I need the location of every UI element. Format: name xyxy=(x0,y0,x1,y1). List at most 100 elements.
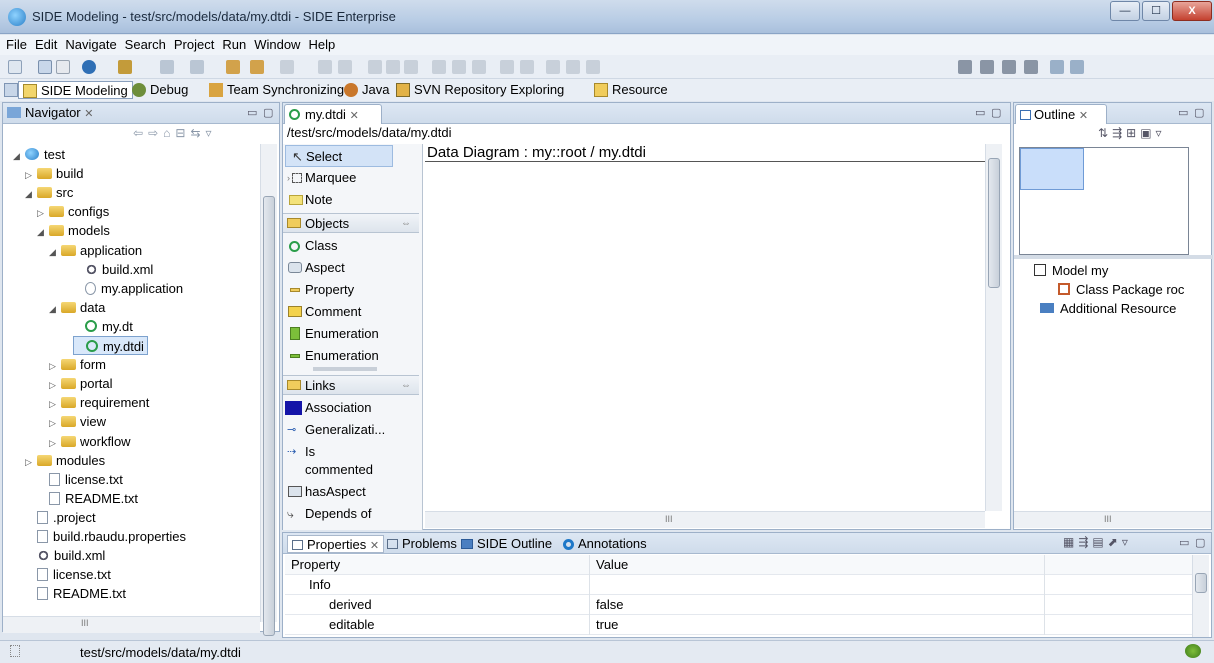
navigator-scrollbar[interactable] xyxy=(260,144,277,636)
maximize-view-icon[interactable]: ▢ xyxy=(263,106,273,119)
minimize-view-icon[interactable]: ▭ xyxy=(247,106,257,119)
tree-item[interactable]: ▷ form xyxy=(49,355,106,374)
tree-item[interactable]: README.txt xyxy=(37,489,138,508)
expanded-arrow-icon[interactable]: ◢ xyxy=(25,185,37,204)
tab-side-outline[interactable]: SIDE Outline xyxy=(457,535,556,553)
perspective-java[interactable]: Java xyxy=(340,81,393,99)
scroll-thumb[interactable] xyxy=(988,158,1000,288)
palette-aspect[interactable]: Aspect xyxy=(285,257,345,279)
tree-item[interactable]: ◢ application xyxy=(49,241,142,260)
outline-overview[interactable] xyxy=(1019,147,1189,255)
palette-class[interactable]: Class xyxy=(285,235,338,257)
maximize-properties-icon[interactable]: ▢ xyxy=(1195,536,1205,549)
expanded-arrow-icon[interactable]: ◢ xyxy=(37,223,49,242)
tree-item[interactable]: ◢ src xyxy=(25,183,73,202)
menu-window[interactable]: Window xyxy=(250,35,304,52)
palette-association[interactable]: Association xyxy=(285,397,371,419)
menu-navigate[interactable]: Navigate xyxy=(61,35,120,52)
nav-up-icon[interactable] xyxy=(1002,60,1016,74)
frame-icon[interactable] xyxy=(520,60,534,74)
palette-is-commented-line2[interactable]: commented xyxy=(285,459,373,481)
nav-top-icon[interactable] xyxy=(1024,60,1038,74)
filter-icon[interactable]: ⇶ xyxy=(1112,126,1126,140)
tree-item[interactable]: ◢ test xyxy=(13,145,65,164)
editor-tab[interactable]: my.dtdi ✕ xyxy=(284,104,382,124)
navigator-tab[interactable]: Navigator ✕ xyxy=(7,105,93,120)
property-value[interactable]: true xyxy=(590,615,1045,635)
palette-has-aspect[interactable]: hasAspect xyxy=(285,481,366,503)
back-arrow-icon[interactable]: ⇦ xyxy=(133,126,148,140)
perspective-resource[interactable]: Resource xyxy=(590,81,672,99)
tree-item[interactable]: ▷ modules xyxy=(25,451,105,470)
view-menu-icon[interactable]: ▿ xyxy=(206,126,217,140)
navigator-hscrollbar[interactable]: III xyxy=(3,616,260,633)
tree-item[interactable]: ◢ models xyxy=(37,221,110,240)
palette-property[interactable]: Property xyxy=(285,279,354,301)
palette-enumeration[interactable]: Enumeration xyxy=(285,323,379,345)
overview-icon[interactable]: ▣ xyxy=(1140,126,1155,140)
palette-note-tool[interactable]: Note xyxy=(285,189,332,211)
close-tab-icon[interactable]: ✕ xyxy=(84,108,93,120)
diagram-canvas[interactable]: Data Diagram : my::root / my.dtdi xyxy=(425,144,985,511)
palette-comment[interactable]: Comment xyxy=(285,301,361,323)
next-annotation-icon[interactable] xyxy=(190,60,204,74)
tree-item[interactable]: build.xml xyxy=(25,546,105,565)
palette-generalization[interactable]: ⊸ Generalizati... xyxy=(285,419,385,441)
filter-advanced-icon[interactable]: ⇶ xyxy=(1078,535,1092,549)
tree-item[interactable]: ▷ workflow xyxy=(49,432,131,451)
table-row[interactable]: editable true xyxy=(285,615,1209,635)
minimize-outline-icon[interactable]: ▭ xyxy=(1178,106,1188,119)
forward-arrow-icon[interactable] xyxy=(280,60,294,74)
align-icon[interactable] xyxy=(546,60,560,74)
menu-run[interactable]: Run xyxy=(218,35,250,52)
tree-icon[interactable]: ⊞ xyxy=(1126,126,1140,140)
tree-item[interactable]: build.rbaudu.properties xyxy=(25,527,186,546)
fast-view-icon[interactable] xyxy=(10,645,20,657)
home-icon[interactable]: ⌂ xyxy=(163,126,175,140)
close-editor-icon[interactable]: ✕ xyxy=(350,110,359,122)
outline-item-model[interactable]: Model my xyxy=(1034,261,1108,280)
save-icon[interactable] xyxy=(38,60,52,74)
tree-item[interactable]: ▷ view xyxy=(49,412,106,431)
column-header-property[interactable]: Property xyxy=(285,555,590,575)
perspective-svn[interactable]: SVN Repository Exploring xyxy=(392,81,568,99)
canvas-vscrollbar[interactable] xyxy=(985,144,1002,511)
pin-icon[interactable] xyxy=(500,60,514,74)
new-icon[interactable] xyxy=(8,60,22,74)
tree-item[interactable]: ▷ portal xyxy=(49,374,113,393)
maximize-outline-icon[interactable]: ▢ xyxy=(1194,106,1204,119)
edit-icon[interactable] xyxy=(160,60,174,74)
maximize-button[interactable]: ☐ xyxy=(1142,1,1170,21)
outline-item-additional[interactable]: Additional Resource xyxy=(1040,299,1176,318)
palette-depends-of[interactable]: ⤷ Depends of xyxy=(285,503,372,525)
tree-item[interactable]: build.xml xyxy=(73,260,153,279)
perspective-side-modeling[interactable]: SIDE Modeling xyxy=(18,81,133,99)
tree-item[interactable]: ▷ build xyxy=(25,164,83,183)
overview-viewport[interactable] xyxy=(1020,148,1084,190)
menu-project[interactable]: Project xyxy=(170,35,218,52)
perspective-team-sync[interactable]: Team Synchronizing xyxy=(205,81,348,99)
search-icon[interactable] xyxy=(82,60,96,74)
column-header-value[interactable]: Value xyxy=(590,555,1045,575)
pencil-icon[interactable] xyxy=(118,60,132,74)
menu-search[interactable]: Search xyxy=(121,35,170,52)
pin-drawer-icon[interactable]: ⇔ xyxy=(401,376,411,396)
unlink-icon[interactable] xyxy=(338,60,352,74)
tree-item[interactable]: ▷ configs xyxy=(37,202,109,221)
tree-item[interactable]: README.txt xyxy=(25,584,126,603)
columns-icon[interactable]: ▤ xyxy=(1092,535,1107,549)
layout-icon[interactable] xyxy=(368,60,382,74)
link-editor-icon[interactable]: ⇆ xyxy=(190,126,205,140)
layout3-icon[interactable] xyxy=(404,60,418,74)
outline-hscrollbar[interactable]: III xyxy=(1014,511,1211,528)
tree-item[interactable]: license.txt xyxy=(37,470,123,489)
properties-scrollbar[interactable] xyxy=(1192,555,1209,637)
drawer-scroll-indicator[interactable] xyxy=(313,367,377,371)
outline-tab[interactable]: Outline ✕ xyxy=(1015,104,1107,124)
grid3-icon[interactable] xyxy=(472,60,486,74)
expanded-arrow-icon[interactable]: ◢ xyxy=(13,147,25,166)
palette-marquee-tool[interactable]: › Marquee xyxy=(285,167,356,189)
expanded-arrow-icon[interactable]: ◢ xyxy=(49,300,61,319)
tree-item[interactable]: my.application xyxy=(73,279,183,298)
collapsed-arrow-icon[interactable]: ▷ xyxy=(25,453,37,472)
